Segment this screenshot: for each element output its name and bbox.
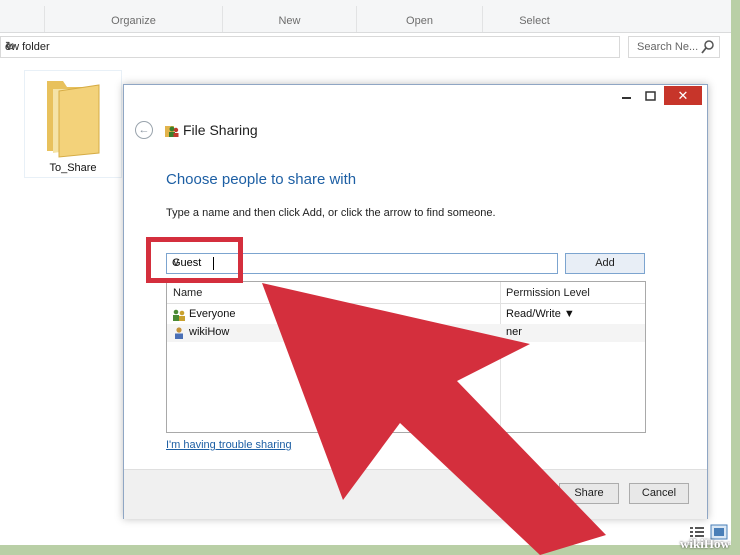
annotation-highlight-box: [146, 237, 243, 283]
annotation-overlay: [262, 283, 606, 555]
annotation-arrow: [262, 283, 606, 555]
watermark: wikiHow: [680, 536, 730, 551]
